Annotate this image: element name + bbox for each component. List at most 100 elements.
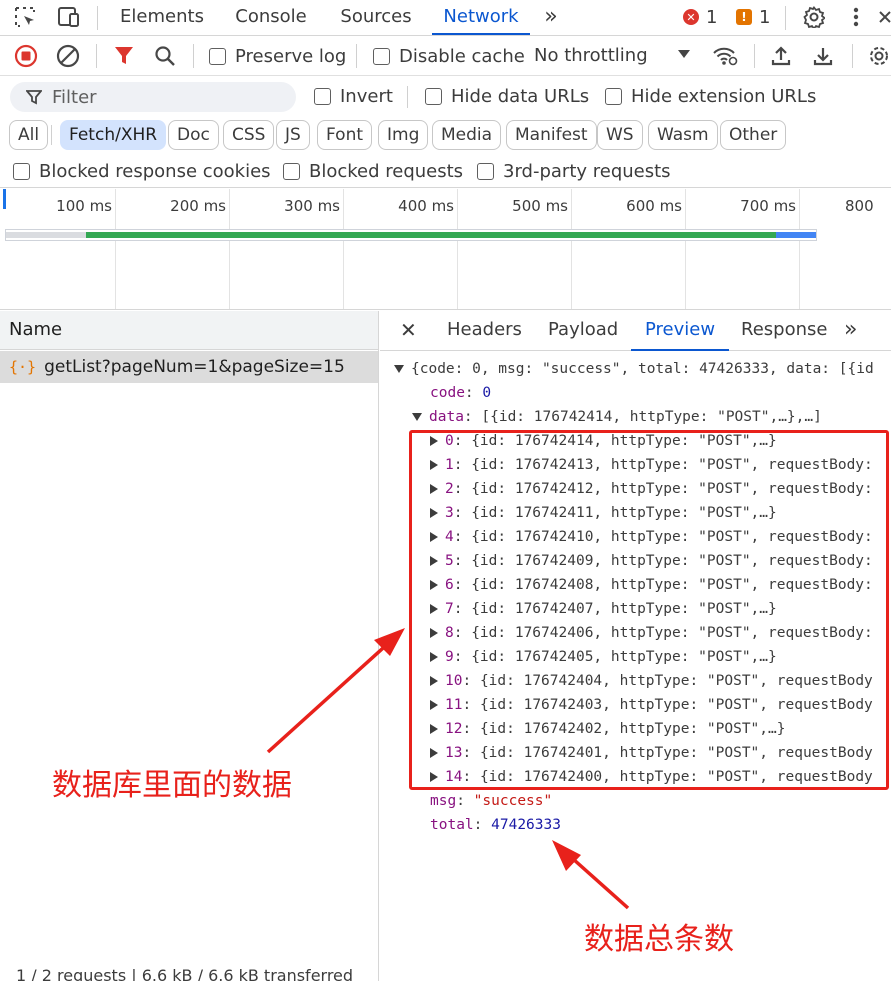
expand-triangle-icon[interactable] [430,652,438,662]
timeline-overview[interactable]: 100 ms 200 ms 300 ms 400 ms 500 ms 600 m… [0,189,891,310]
chevron-down-icon[interactable] [678,50,690,58]
expand-triangle-icon[interactable] [430,676,438,686]
json-array-item[interactable]: 3: {id: 176742411, httpType: "POST",…} [430,502,777,524]
name-column-header[interactable]: Name [0,311,378,350]
preserve-log-checkbox[interactable]: Preserve log [209,46,346,67]
close-devtools-icon[interactable] [872,5,891,29]
type-filter-doc[interactable]: Doc [168,120,219,150]
json-array-item[interactable]: 1: {id: 176742413, httpType: "POST", req… [430,454,873,476]
expand-triangle-icon[interactable] [430,772,438,782]
warning-count-value: 1 [759,6,771,28]
blocked-cookies-checkbox[interactable]: Blocked response cookies [13,161,271,182]
filter-funnel-icon[interactable] [111,44,137,68]
device-toolbar-icon[interactable] [55,5,81,29]
tab-headers[interactable]: Headers [447,311,522,351]
tab-network[interactable]: Network [432,0,530,35]
hide-data-urls-checkbox[interactable]: Hide data URLs [425,86,589,107]
json-array-item[interactable]: 11: {id: 176742403, httpType: "POST", re… [430,694,873,716]
expand-triangle-icon[interactable] [430,700,438,710]
type-filter-other[interactable]: Other [720,120,787,150]
type-filter-fetch-xhr[interactable]: Fetch/XHR [60,120,167,150]
checkbox-box[interactable] [425,88,442,105]
json-array-item[interactable]: 12: {id: 176742402, httpType: "POST",…} [430,718,785,740]
type-filter-font[interactable]: Font [317,120,373,150]
expand-triangle-icon[interactable] [430,532,438,542]
tab-response[interactable]: Response [741,311,827,351]
checkbox-box[interactable] [605,88,622,105]
type-filter-manifest[interactable]: Manifest [506,120,597,150]
type-filter-media[interactable]: Media [432,120,502,150]
invert-label: Invert [340,86,393,107]
more-tabs-icon[interactable]: » [538,0,564,35]
type-filter-wasm[interactable]: Wasm [648,120,718,150]
tab-elements[interactable]: Elements [113,0,211,35]
expand-triangle-icon[interactable] [430,604,438,614]
checkbox-box[interactable] [13,163,30,180]
json-data-line[interactable]: data: [{id: 176742414, httpType: "POST",… [412,406,822,428]
timeline-gridline [799,189,800,309]
more-options-icon[interactable] [843,5,869,29]
blocked-requests-checkbox[interactable]: Blocked requests [283,161,463,182]
hide-extension-urls-checkbox[interactable]: Hide extension URLs [605,86,816,107]
inspect-element-icon[interactable] [12,5,38,29]
json-array-item[interactable]: 8: {id: 176742406, httpType: "POST", req… [430,622,873,644]
disable-cache-checkbox[interactable]: Disable cache [373,46,525,67]
tab-payload[interactable]: Payload [548,311,618,351]
error-count[interactable]: ✕ 1 [683,6,717,28]
expand-triangle-icon[interactable] [430,580,438,590]
network-settings-gear-icon[interactable] [866,44,891,68]
warning-count[interactable]: ! 1 [736,6,770,28]
type-filter-css[interactable]: CSS [223,120,275,150]
settings-gear-icon[interactable] [801,5,827,29]
expand-triangle-icon[interactable] [430,556,438,566]
record-stop-icon[interactable] [13,44,39,68]
json-array-item[interactable]: 4: {id: 176742410, httpType: "POST", req… [430,526,873,548]
request-row[interactable]: {·} getList?pageNum=1&pageSize=15 [0,351,378,383]
collapse-triangle-icon[interactable] [412,413,422,421]
network-conditions-icon[interactable] [712,44,738,68]
expand-triangle-icon[interactable] [430,484,438,494]
type-filter-ws[interactable]: WS [597,120,643,150]
expand-triangle-icon[interactable] [430,460,438,470]
invert-checkbox[interactable]: Invert [314,86,393,107]
json-key: code [430,385,465,401]
expand-triangle-icon[interactable] [430,436,438,446]
json-array-item[interactable]: 6: {id: 176742408, httpType: "POST", req… [430,574,873,596]
checkbox-box[interactable] [314,88,331,105]
collapse-triangle-icon[interactable] [394,365,404,373]
close-detail-icon[interactable]: ✕ [400,311,417,351]
throttling-select[interactable]: No throttling [534,45,648,66]
filter-input[interactable]: Filter [10,82,296,112]
more-detail-tabs-icon[interactable]: » [844,311,857,351]
json-array-item[interactable]: 13: {id: 176742401, httpType: "POST", re… [430,742,873,764]
clear-icon[interactable] [55,44,81,68]
json-array-item[interactable]: 9: {id: 176742405, httpType: "POST",…} [430,646,777,668]
export-har-icon[interactable] [810,44,836,68]
expand-triangle-icon[interactable] [430,748,438,758]
expand-triangle-icon[interactable] [430,724,438,734]
checkbox-box[interactable] [209,48,226,65]
import-har-icon[interactable] [768,44,794,68]
tab-sources[interactable]: Sources [332,0,420,35]
checkbox-box[interactable] [477,163,494,180]
expand-triangle-icon[interactable] [430,508,438,518]
json-array-item[interactable]: 2: {id: 176742412, httpType: "POST", req… [430,478,873,500]
json-array-item[interactable]: 14: {id: 176742400, httpType: "POST", re… [430,766,873,788]
type-filter-all[interactable]: All [9,120,49,150]
expand-triangle-icon[interactable] [430,628,438,638]
type-filter-img[interactable]: Img [378,120,429,150]
tab-console[interactable]: Console [225,0,317,35]
tab-preview[interactable]: Preview [631,311,730,351]
json-index: 5 [445,553,454,569]
json-array-item[interactable]: 7: {id: 176742407, httpType: "POST",…} [430,598,777,620]
json-array-item[interactable]: 5: {id: 176742409, httpType: "POST", req… [430,550,873,572]
third-party-checkbox[interactable]: 3rd-party requests [477,161,671,182]
json-array-item[interactable]: 0: {id: 176742414, httpType: "POST",…} [430,430,777,452]
json-array-item[interactable]: 10: {id: 176742404, httpType: "POST", re… [430,670,873,692]
type-filter-js[interactable]: JS [276,120,310,150]
checkbox-box[interactable] [373,48,390,65]
search-icon[interactable] [152,44,178,68]
json-root-line[interactable]: {code: 0, msg: "success", total: 4742633… [394,358,874,380]
checkbox-box[interactable] [283,163,300,180]
json-item-summary: {id: 176742411, httpType: "POST",…} [471,505,777,521]
